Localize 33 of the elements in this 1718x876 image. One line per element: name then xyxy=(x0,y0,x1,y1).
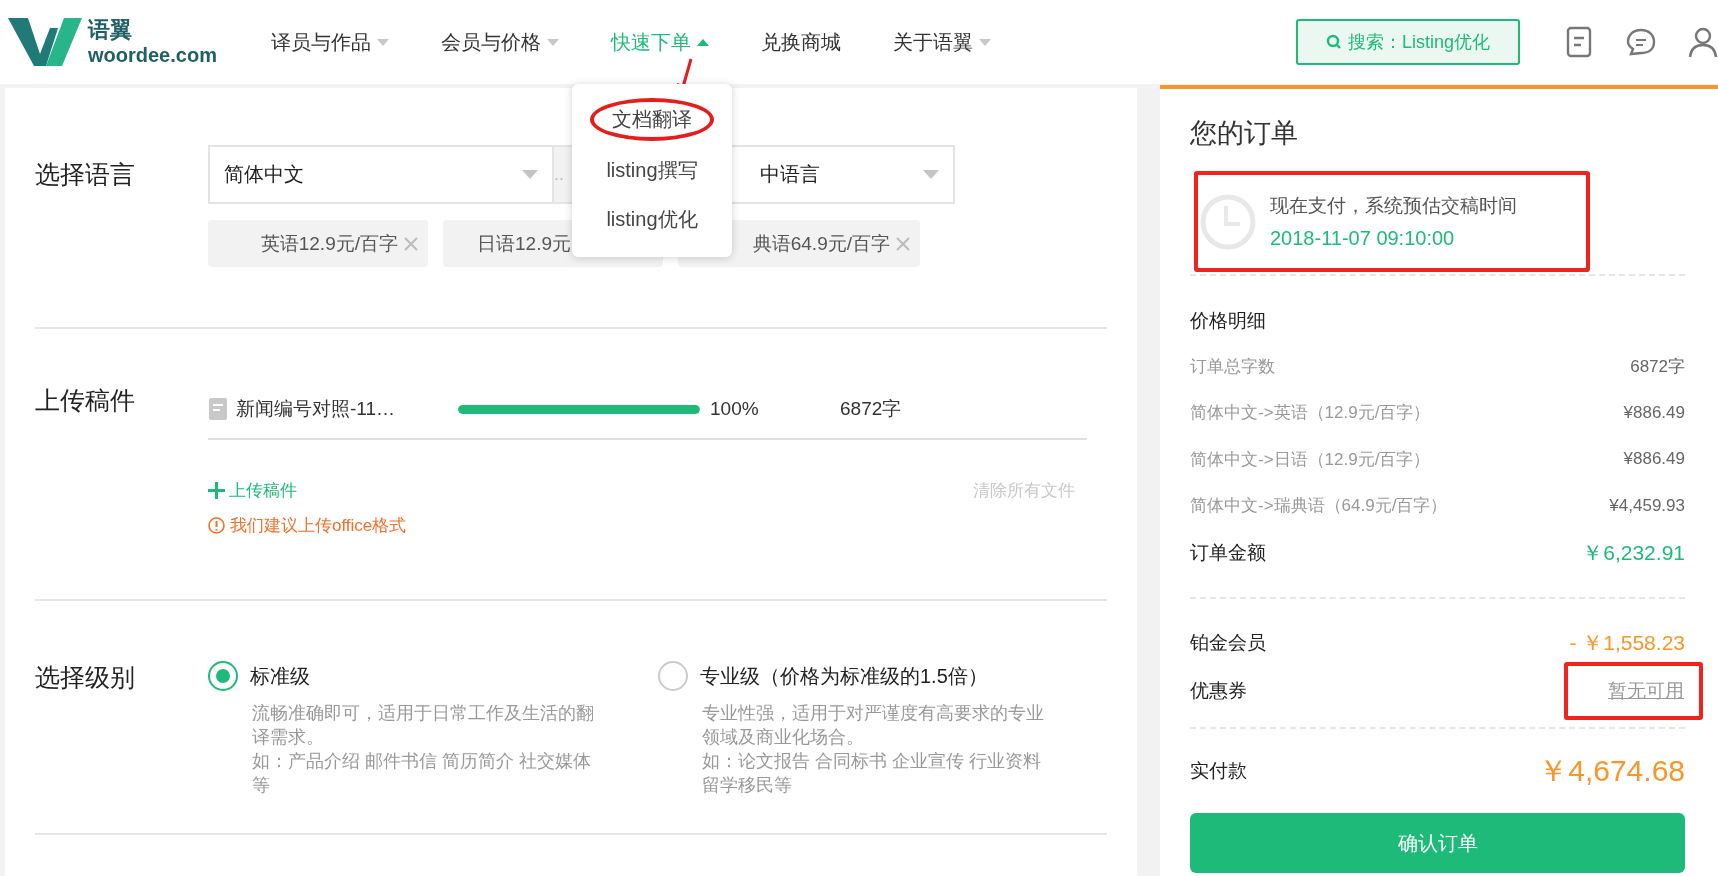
price-value: ¥4,459.93 xyxy=(1609,495,1685,516)
section-title: 价格明细 xyxy=(1190,309,1267,333)
option-description: 流畅准确即可，适用于日常工作及生活的翻译需求。 xyxy=(252,702,595,749)
price-label: 简体中文->日语（12.9元/百字） xyxy=(1190,448,1431,471)
section-title: 选择级别 xyxy=(35,662,136,693)
total-label: 订单金额 xyxy=(1190,541,1266,565)
option-description: 专业性强，适用于对严谨度有高要求的专业领域及商业化场合。 xyxy=(702,702,1045,749)
word-count: 6872字 xyxy=(840,397,902,421)
price-value: 6872字 xyxy=(1630,355,1685,378)
section-title: 选择语言 xyxy=(35,159,136,190)
estimate-time: 2018-11-07 09:10:00 xyxy=(1270,227,1456,250)
price-value: ¥886.49 xyxy=(1623,449,1685,470)
option-description: 如：论文报告 合同标书 企业宣传 行业资料留学移民等 xyxy=(702,750,1042,797)
coupon-label: 优惠券 xyxy=(1190,679,1247,703)
discount-label: 铂金会员 xyxy=(1190,631,1266,655)
progress-text: 100% xyxy=(710,398,760,420)
payment-value: ￥4,674.68 xyxy=(1538,752,1685,789)
discount-value: - ￥1,558.23 xyxy=(1569,630,1685,656)
price-label: 简体中文->英语（12.9元/百字） xyxy=(1190,402,1431,425)
panel-title: 您的订单 xyxy=(1190,117,1299,150)
option-description: 如：产品介绍 邮件书信 简历简介 社交媒体等 xyxy=(252,750,592,797)
estimate-label: 现在支付，系统预估交稿时间 xyxy=(1270,194,1517,218)
language-tag: 日语12.9元 xyxy=(477,230,571,257)
section-title: 上传稿件 xyxy=(35,385,136,416)
payment-label: 实付款 xyxy=(1190,759,1247,783)
price-value: ¥886.49 xyxy=(1623,402,1685,423)
file-name: 新闻编号对照-11… xyxy=(236,397,397,421)
price-label: 订单总字数 xyxy=(1190,355,1275,378)
hint-text: 我们建议上传office格式 xyxy=(230,515,407,537)
option-label: 专业级（价格为标准级的1.5倍） xyxy=(700,663,988,689)
option-label: 标准级 xyxy=(250,663,310,689)
total-value: ￥6,232.91 xyxy=(1582,540,1685,566)
price-label: 简体中文->瑞典语（64.9元/百字） xyxy=(1190,495,1448,518)
